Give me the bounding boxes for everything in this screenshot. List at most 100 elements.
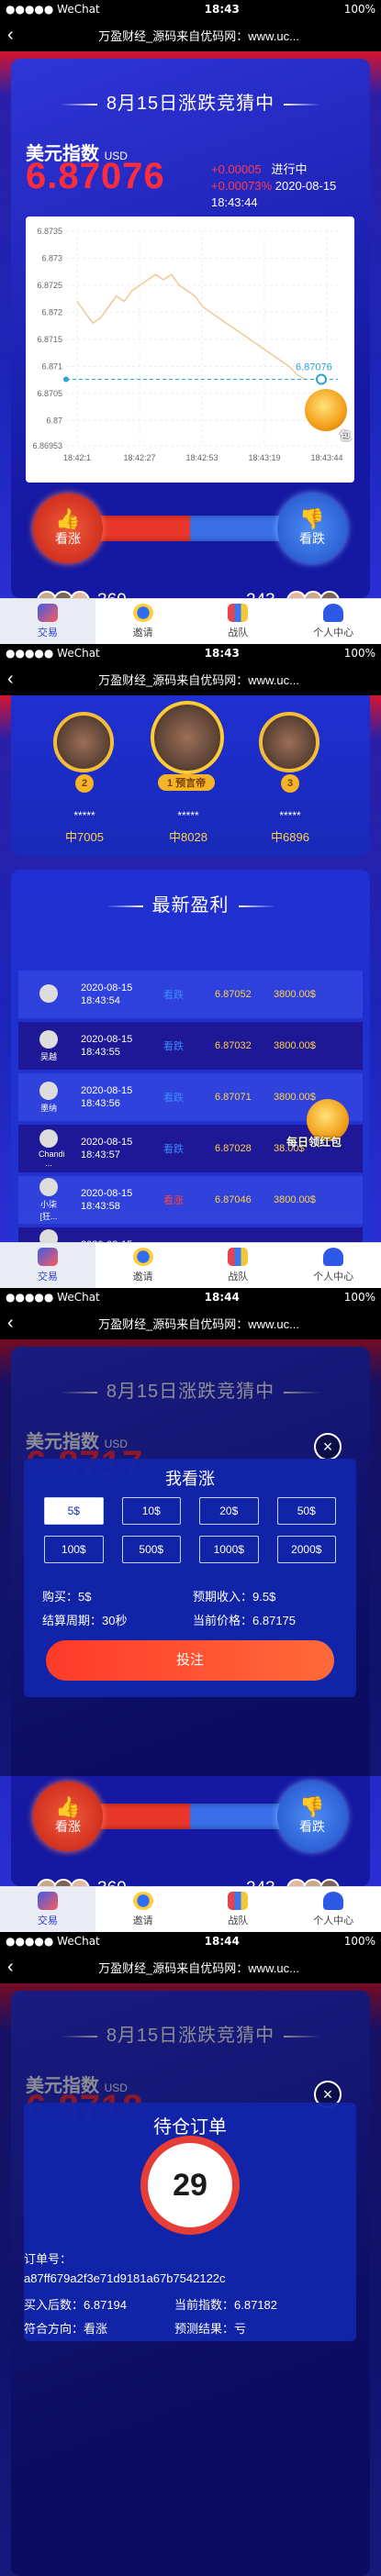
red-packet-label: 每日领红包 — [286, 1136, 342, 1149]
rank1-stars: ***** — [177, 809, 199, 822]
rank3-badge: 3 — [281, 774, 299, 793]
up-count: 360 — [97, 591, 127, 598]
profit-price: 6.87028 — [215, 1143, 252, 1154]
avatar — [39, 1081, 58, 1100]
profit-date: 2020-08-15 — [81, 1085, 133, 1096]
vote-bar: 👍 看涨 👎 看跌 — [33, 494, 347, 567]
tab-profile[interactable]: 个人中心 — [286, 1887, 381, 1932]
expect-label: 预期收入： — [193, 1590, 253, 1604]
down-voters: 243 — [246, 591, 340, 598]
tab-trade[interactable]: 交易 — [0, 1887, 95, 1932]
amount-option[interactable]: 20$ — [199, 1497, 259, 1525]
nav-title: 万盈财经_源码来自优码网：www.uc... — [98, 672, 299, 687]
down-voters: 243 — [246, 1879, 340, 1886]
back-icon[interactable]: ‹ — [7, 669, 24, 690]
tab-label: 交易 — [37, 1915, 58, 1926]
status-bar: ●●●●● WeChat 18:44 100% — [0, 1932, 381, 1950]
profit-clock: 18:43:55 — [81, 1047, 120, 1058]
carrier-label: ●●●●● WeChat — [6, 647, 100, 660]
tab-invite[interactable]: 邀请 — [95, 599, 191, 644]
order-modal-title: 待仓订单 — [153, 2117, 227, 2137]
x-tick-label: 18:42:27 — [123, 453, 155, 462]
price-value: 6.87175 — [252, 1614, 297, 1627]
nav-bar: ‹ 万盈财经_源码来自优码网：www.uc... — [0, 1950, 381, 1983]
quote-change-pct: +0.00073% — [211, 179, 273, 193]
profit-price: 6.87032 — [215, 1040, 252, 1051]
tab-invite[interactable]: 邀请 — [95, 1243, 191, 1288]
trade-icon — [37, 1892, 58, 1910]
tab-bar: 交易 邀请 战队 个人中心 — [0, 1242, 381, 1288]
amount-option[interactable]: 5$ — [44, 1497, 104, 1525]
list-item: 2020-08-15 18:43:54 看跌 6.87052 3800.00$ — [18, 971, 363, 1018]
bet-down-button[interactable]: 👎 看跌 — [277, 494, 347, 563]
amount-option[interactable]: 2000$ — [276, 1536, 336, 1563]
profit-date: 2020-08-15 — [81, 983, 133, 994]
rank2-badge: 2 — [75, 774, 94, 793]
carrier-label: ●●●●● WeChat — [6, 3, 100, 16]
y-tick-label: 6.8725 — [37, 281, 62, 290]
profit-direction: 看跌 — [163, 1144, 184, 1155]
profit-clock: 18:43:58 — [81, 1201, 120, 1212]
up-count: 360 — [97, 1879, 127, 1886]
nav-title: 万盈财经_源码来自优码网：www.uc... — [98, 1960, 299, 1975]
quote-state: 进行中 — [271, 162, 308, 176]
user-avatar: 刘总.当... — [39, 1229, 59, 1242]
bet-modal: 我看涨 5$ 10$ 20$ 50$ 100$ 500$ 1000$ 2000$ 购买： 5$ … — [24, 1459, 356, 1697]
vote-bar: 👍 看涨 👎 看跌 — [33, 1782, 347, 1855]
buy-value: 5$ — [78, 1590, 92, 1604]
bet-down-button[interactable]: 👎 看跌 — [277, 1782, 347, 1851]
amount-option[interactable]: 100$ — [44, 1536, 104, 1563]
bet-modal-title: 我看涨 — [165, 1470, 215, 1488]
nav-bar: ‹ 万盈财经_源码来自优码网：www.uc... — [0, 1306, 381, 1339]
avatar — [39, 984, 58, 1003]
status-bar: ●●●●● WeChat 18:43 100% — [0, 644, 381, 662]
submit-bet-button[interactable]: 投注 — [46, 1640, 334, 1681]
tab-team[interactable]: 战队 — [191, 1243, 286, 1288]
battery-label: 100% — [343, 1935, 375, 1948]
cycle-value: 30秒 — [102, 1614, 128, 1627]
thumb-down-icon: 👎 — [299, 507, 325, 530]
avatar — [39, 1229, 58, 1242]
profit-time: 2020-08-15 18:43:58 — [81, 1187, 163, 1213]
profit-time: 2020-08-15 18:43:55 — [81, 1033, 163, 1059]
tab-team[interactable]: 战队 — [191, 599, 286, 644]
rank2-stars: ***** — [73, 809, 95, 822]
close-icon[interactable]: × — [314, 1433, 342, 1460]
red-packet-cup-icon[interactable] — [305, 389, 347, 431]
up-voters: 360 — [37, 591, 127, 598]
profit-title: 最新盈利 — [11, 890, 370, 916]
profit-clock: 18:43:56 — [81, 1098, 120, 1109]
amount-option[interactable]: 10$ — [121, 1497, 181, 1525]
tab-profile[interactable]: 个人中心 — [286, 1243, 381, 1288]
main-content: 8月15日涨跌竞猜中 美元指数 USD 6.87076 +0.00005 进行中… — [0, 51, 381, 598]
amount-grid: 5$ 10$ 20$ 50$ 100$ 500$ 1000$ 2000$ — [44, 1497, 336, 1563]
bet-up-button[interactable]: 👍 看涨 — [33, 494, 103, 563]
back-icon[interactable]: ‹ — [7, 1957, 24, 1978]
tab-label: 邀请 — [132, 1271, 153, 1282]
clock: 18:43 — [204, 647, 240, 660]
tab-trade[interactable]: 交易 — [0, 599, 95, 644]
clock: 18:44 — [204, 1935, 240, 1948]
profit-time: 2020-08-15 18:43:54 — [81, 982, 163, 1007]
battery-label: 100% — [343, 647, 375, 660]
tab-invite[interactable]: 邀请 — [95, 1887, 191, 1932]
dir-label: 符合方向： — [24, 2322, 84, 2336]
tab-profile[interactable]: 个人中心 — [286, 599, 381, 644]
tab-label: 个人中心 — [313, 627, 354, 638]
avatar — [39, 1029, 58, 1049]
buy-label: 购买： — [42, 1590, 79, 1604]
tab-label: 交易 — [37, 627, 58, 638]
profit-time: 2020-08-15 18:43:56 — [81, 1084, 163, 1110]
buy-index: 买入后数：6.87194 — [24, 2295, 127, 2313]
tab-team[interactable]: 战队 — [191, 1887, 286, 1932]
bet-up-button[interactable]: 👍 看涨 — [33, 1782, 103, 1851]
bet-up-label: 看涨 — [55, 531, 81, 546]
quote-side: +0.00005 进行中 +0.00073% 2020-08-15 18:43:… — [211, 161, 381, 211]
status-bar: ●●●●● WeChat 18:43 100% — [0, 0, 381, 18]
amount-option[interactable]: 50$ — [276, 1497, 336, 1525]
amount-option[interactable]: 500$ — [121, 1536, 181, 1563]
back-icon[interactable]: ‹ — [7, 25, 24, 46]
tab-trade[interactable]: 交易 — [0, 1243, 95, 1288]
back-icon[interactable]: ‹ — [7, 1313, 24, 1334]
amount-option[interactable]: 1000$ — [199, 1536, 259, 1563]
